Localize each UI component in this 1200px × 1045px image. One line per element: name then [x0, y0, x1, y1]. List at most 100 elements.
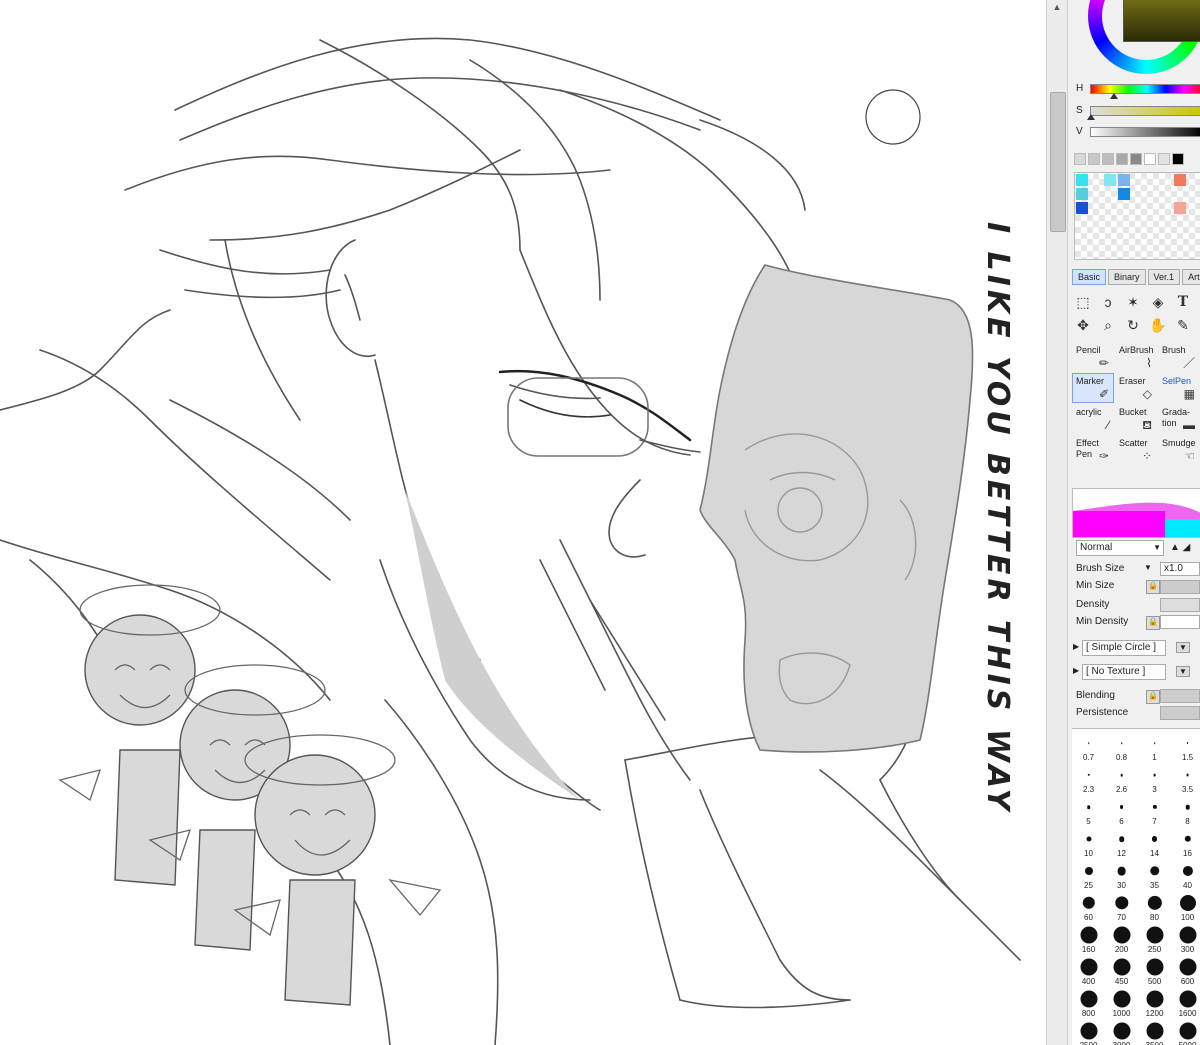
hand-icon[interactable]: ✋: [1147, 315, 1169, 335]
brush-selpen[interactable]: SelPen ▦: [1158, 373, 1200, 403]
brush-size-cell[interactable]: 2500: [1072, 1019, 1105, 1045]
brush-size-cell[interactable]: 35: [1138, 859, 1171, 891]
saturation-slider-handle-icon[interactable]: [1087, 114, 1095, 120]
brush-texture-select[interactable]: [ No Texture ]: [1082, 664, 1166, 680]
brush-size-cell[interactable]: 1200: [1138, 987, 1171, 1019]
min-size-lock-icon[interactable]: 🔒: [1146, 580, 1160, 594]
brush-size-cell[interactable]: 160: [1072, 923, 1105, 955]
brush-bucket[interactable]: Bucket ⛾: [1115, 404, 1157, 434]
tab-binary[interactable]: Binary: [1108, 269, 1146, 285]
min-density-slider[interactable]: [1160, 615, 1200, 629]
brush-size-cell[interactable]: 3.5: [1171, 763, 1200, 795]
brush-size-cell[interactable]: 3500: [1138, 1019, 1171, 1045]
swatch-pink[interactable]: [1174, 202, 1186, 214]
tab-basic[interactable]: Basic: [1072, 269, 1107, 285]
rotate-icon[interactable]: ↻: [1122, 315, 1144, 335]
blending-slider[interactable]: [1160, 689, 1200, 703]
brush-size-cell[interactable]: 16: [1171, 827, 1200, 859]
eyedropper-icon[interactable]: ✎: [1172, 315, 1194, 335]
lasso-icon[interactable]: ↄ: [1097, 292, 1119, 312]
brush-size-cell[interactable]: 6: [1105, 795, 1138, 827]
brush-size-value[interactable]: x1.0: [1160, 562, 1200, 576]
brush-size-cell[interactable]: 250: [1138, 923, 1171, 955]
brush-size-cell[interactable]: 80: [1138, 891, 1171, 923]
gray-swatch-3[interactable]: [1102, 153, 1114, 165]
gray-swatch-6[interactable]: [1144, 153, 1156, 165]
color-swatch-grid[interactable]: [1074, 172, 1200, 260]
brush-airbrush[interactable]: AirBrush ⌇: [1115, 342, 1157, 372]
tab-ver-1[interactable]: Ver.1: [1147, 269, 1181, 285]
brush-size-cell[interactable]: 70: [1105, 891, 1138, 923]
brush-size-cell[interactable]: 500: [1138, 955, 1171, 987]
gray-swatch-4[interactable]: [1116, 153, 1128, 165]
min-density-lock-icon[interactable]: 🔒: [1146, 616, 1160, 630]
brush-size-cell[interactable]: 12: [1105, 827, 1138, 859]
brush-size-cell[interactable]: 300: [1171, 923, 1200, 955]
brush-size-cell[interactable]: 400: [1072, 955, 1105, 987]
gray-swatch-2[interactable]: [1088, 153, 1100, 165]
brush-size-cell[interactable]: 600: [1171, 955, 1200, 987]
brush-size-cell[interactable]: 60: [1072, 891, 1105, 923]
tab-art[interactable]: Art: [1182, 269, 1200, 285]
brush-size-cell[interactable]: 25: [1072, 859, 1105, 891]
min-size-slider[interactable]: [1160, 580, 1200, 594]
swatch-cyan-1[interactable]: [1076, 174, 1088, 186]
brush-scatter[interactable]: Scatter ⁘: [1115, 435, 1157, 465]
brush-size-cell[interactable]: 200: [1105, 923, 1138, 955]
saturation-value-box[interactable]: [1123, 0, 1200, 42]
brush-size-cell[interactable]: 0.8: [1105, 731, 1138, 763]
swatch-cyan-3[interactable]: [1104, 174, 1116, 186]
swatch-blue[interactable]: [1118, 188, 1130, 200]
brush-size-cell[interactable]: 40: [1171, 859, 1200, 891]
brush-eraser[interactable]: Eraser ◇: [1115, 373, 1157, 403]
brush-shape-select[interactable]: [ Simple Circle ]: [1082, 640, 1166, 656]
blending-lock-icon[interactable]: 🔒: [1146, 690, 1160, 704]
brush-grada-tion[interactable]: Grada- tion ▬: [1158, 404, 1200, 434]
select-rect-icon[interactable]: ⬚: [1072, 292, 1094, 312]
saturation-slider[interactable]: [1090, 106, 1200, 116]
brush-brush[interactable]: Brush ／: [1158, 342, 1200, 372]
shape-chevron-down-icon[interactable]: ▼: [1176, 642, 1190, 653]
gray-swatch-5[interactable]: [1130, 153, 1142, 165]
layer-select-icon[interactable]: ◈: [1147, 292, 1169, 312]
blend-mode-select[interactable]: Normal ▼: [1076, 540, 1164, 556]
density-slider[interactable]: [1160, 598, 1200, 612]
gray-swatch-1[interactable]: [1074, 153, 1086, 165]
brush-size-cell[interactable]: 1000: [1105, 987, 1138, 1019]
brush-size-cell[interactable]: 1: [1138, 731, 1171, 763]
brush-size-cell[interactable]: 5: [1072, 795, 1105, 827]
magic-wand-icon[interactable]: ✶: [1122, 292, 1144, 312]
move-icon[interactable]: ✥: [1072, 315, 1094, 335]
brush-size-cell[interactable]: 0.7: [1072, 731, 1105, 763]
text-tool-icon[interactable]: T: [1172, 292, 1194, 312]
shape-expand-icon[interactable]: ▶: [1073, 642, 1079, 651]
brush-size-cell[interactable]: 14: [1138, 827, 1171, 859]
brush-size-cell[interactable]: 3: [1138, 763, 1171, 795]
brush-marker[interactable]: Marker ✐: [1072, 373, 1114, 403]
vertical-scrollbar[interactable]: ▲: [1046, 0, 1068, 1045]
swatch-blue-light[interactable]: [1118, 174, 1130, 186]
brush-size-cell[interactable]: 1.5: [1171, 731, 1200, 763]
brush-size-cell[interactable]: 100: [1171, 891, 1200, 923]
zoom-icon[interactable]: ⌕: [1097, 315, 1119, 335]
gray-swatch-8[interactable]: [1172, 153, 1184, 165]
swatch-salmon[interactable]: [1174, 174, 1186, 186]
brush-size-cell[interactable]: 10: [1072, 827, 1105, 859]
swatch-cyan-2[interactable]: [1076, 188, 1088, 200]
brush-size-cell[interactable]: 30: [1105, 859, 1138, 891]
texture-expand-icon[interactable]: ▶: [1073, 666, 1079, 675]
brush-size-cell[interactable]: 2.6: [1105, 763, 1138, 795]
scrollbar-thumb[interactable]: [1050, 92, 1066, 232]
persistence-slider[interactable]: [1160, 706, 1200, 720]
hue-slider-handle-icon[interactable]: [1110, 93, 1118, 99]
brush-size-cell[interactable]: 450: [1105, 955, 1138, 987]
gray-swatch-7[interactable]: [1158, 153, 1170, 165]
brush-size-cell[interactable]: 8: [1171, 795, 1200, 827]
swatch-blue-dark[interactable]: [1076, 202, 1088, 214]
texture-chevron-down-icon[interactable]: ▼: [1176, 666, 1190, 677]
brush-size-cell[interactable]: 2.3: [1072, 763, 1105, 795]
scroll-up-arrow-icon[interactable]: ▲: [1052, 2, 1062, 12]
brush-size-cell[interactable]: 3000: [1105, 1019, 1138, 1045]
blend-shape-icons[interactable]: ▲ ◢: [1170, 542, 1190, 553]
brush-size-cell[interactable]: 7: [1138, 795, 1171, 827]
